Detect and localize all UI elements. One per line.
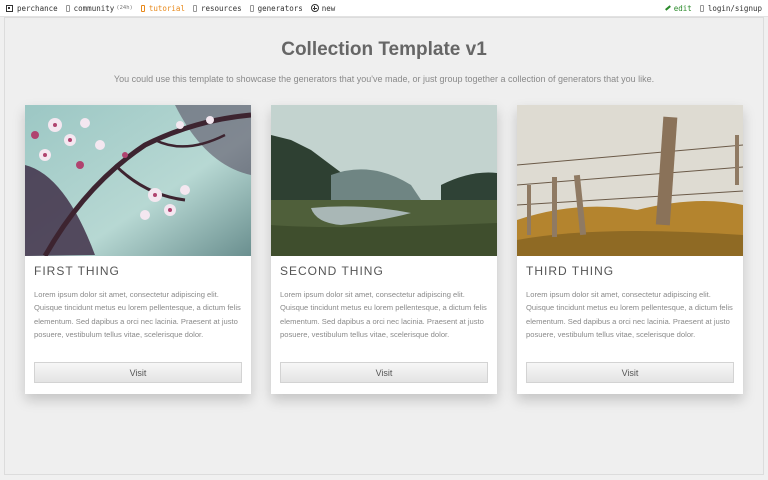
visit-button[interactable]: Visit — [34, 362, 242, 383]
card-title: FIRST THING — [34, 264, 120, 278]
perchance-logo-icon — [6, 4, 13, 12]
page-title: Collection Template v1 — [281, 39, 487, 60]
card-image-blossoms — [25, 105, 251, 256]
card-text: Lorem ipsum dolor sit amet, consectetur … — [526, 290, 733, 339]
community-badge: (24h) — [116, 5, 133, 11]
card-third: THIRD THING Lorem ipsum dolor sit amet, … — [517, 105, 743, 394]
login-label: login/signup — [707, 3, 762, 13]
nav-generators-label: generators — [257, 3, 303, 13]
card-first: FIRST THING Lorem ipsum dolor sit amet, … — [25, 105, 251, 394]
edit-label: edit — [673, 3, 692, 13]
nav-right-group: edit login/signup — [664, 3, 762, 13]
nav-community-label: community — [73, 3, 115, 13]
card-text: Lorem ipsum dolor sit amet, consectetur … — [34, 290, 241, 339]
tutorial-icon — [140, 4, 145, 12]
nav-community[interactable]: community (24h) — [65, 3, 133, 13]
community-icon — [65, 4, 70, 12]
visit-button[interactable]: Visit — [280, 362, 488, 383]
main-panel: Collection Template v1 You could use thi… — [4, 17, 764, 475]
resources-icon — [192, 4, 197, 12]
visit-button[interactable]: Visit — [526, 362, 734, 383]
nav-perchance-label: perchance — [17, 3, 58, 13]
card-second: SECOND THING Lorem ipsum dolor sit amet,… — [271, 105, 497, 394]
pencil-icon — [664, 5, 671, 11]
card-image-river-valley — [271, 105, 497, 256]
top-nav-bar: perchance community (24h) tutorial resou… — [0, 0, 768, 17]
card-title: SECOND THING — [280, 264, 384, 278]
login-signup-link[interactable]: login/signup — [699, 3, 762, 13]
edit-link[interactable]: edit — [664, 3, 692, 13]
plus-circle-icon — [310, 4, 319, 12]
card-image-fence — [517, 105, 743, 256]
nav-generators[interactable]: generators — [249, 3, 303, 13]
nav-new[interactable]: new — [310, 3, 336, 13]
nav-new-label: new — [321, 3, 336, 13]
nav-resources-label: resources — [200, 3, 242, 13]
nav-resources[interactable]: resources — [192, 3, 242, 13]
nav-tutorial[interactable]: tutorial — [140, 3, 185, 13]
generators-icon — [249, 4, 254, 12]
card-text: Lorem ipsum dolor sit amet, consectetur … — [280, 290, 487, 339]
page-subtitle: You could use this template to showcase … — [113, 74, 655, 84]
nav-perchance[interactable]: perchance — [6, 4, 58, 13]
login-icon — [699, 4, 704, 12]
nav-tutorial-label: tutorial — [148, 3, 185, 13]
card-title: THIRD THING — [526, 264, 615, 278]
